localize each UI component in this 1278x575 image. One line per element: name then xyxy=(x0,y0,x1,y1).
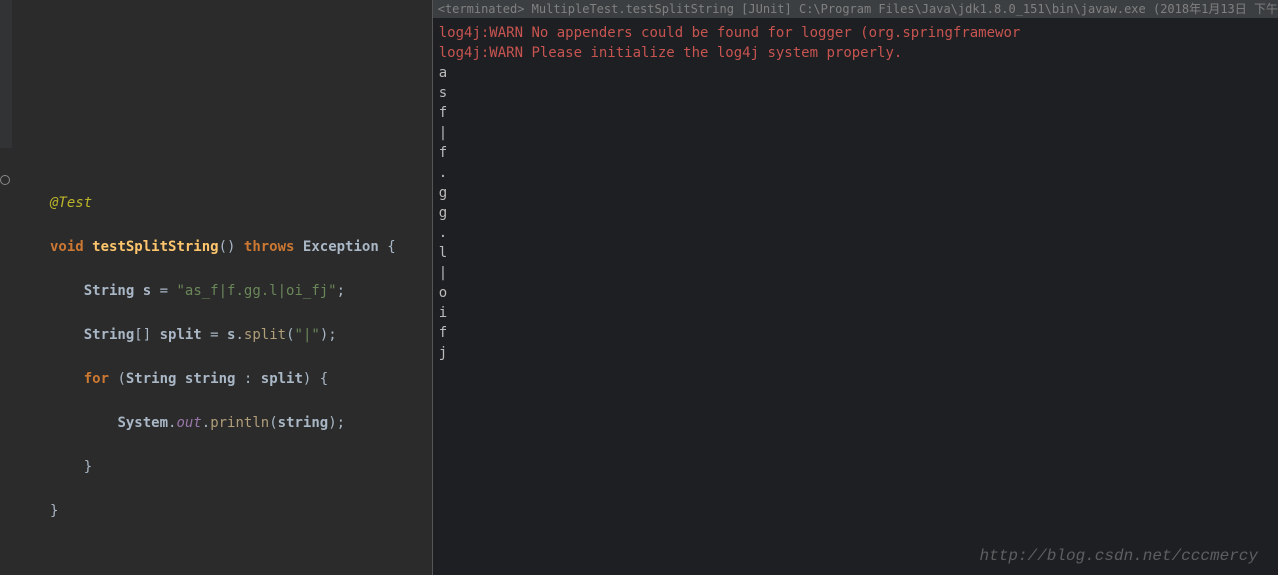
console-output-line: i xyxy=(439,303,1272,323)
code-line-5: for (String string : split) { xyxy=(50,368,396,390)
brace: { xyxy=(387,239,395,255)
console-output-line: | xyxy=(439,263,1272,283)
console-output-line: . xyxy=(439,223,1272,243)
var-s: s xyxy=(143,283,151,299)
code-line-4: String[] split = s.split("|"); xyxy=(50,324,396,346)
watermark: http://blog.csdn.net/cccmercy xyxy=(980,547,1258,565)
annotation: @Test xyxy=(50,195,92,211)
console-output-line: l xyxy=(439,243,1272,263)
code-line-2: void testSplitString() throws Exception … xyxy=(50,236,396,258)
code-line-1: @Test xyxy=(50,192,396,214)
string-literal: "as_f|f.gg.l|oi_fj" xyxy=(176,283,336,299)
code-line-6: System.out.println(string); xyxy=(50,412,396,434)
console-output-line: f xyxy=(439,323,1272,343)
editor-pane[interactable]: @Test void testSplitString() throws Exce… xyxy=(0,0,432,575)
console-pane[interactable]: <terminated> MultipleTest.testSplitStrin… xyxy=(432,0,1278,575)
console-output-line: a xyxy=(439,63,1272,83)
console-output-line: j xyxy=(439,343,1272,363)
code-area[interactable]: @Test void testSplitString() throws Exce… xyxy=(50,170,396,566)
keyword-void: void xyxy=(50,239,84,255)
console-output-line: o xyxy=(439,283,1272,303)
breakpoint-indicator[interactable] xyxy=(0,175,10,185)
type-string: String xyxy=(84,283,135,299)
editor-gutter xyxy=(0,0,12,148)
out-field: out xyxy=(176,415,201,431)
parens: () xyxy=(219,239,236,255)
method-name: testSplitString xyxy=(92,239,218,255)
type-string-arr: String xyxy=(84,327,135,343)
console-output-line: g xyxy=(439,183,1272,203)
console-header: <terminated> MultipleTest.testSplitStrin… xyxy=(433,0,1278,18)
console-output-line: f xyxy=(439,103,1272,123)
main-container: @Test void testSplitString() throws Exce… xyxy=(0,0,1278,575)
console-content[interactable]: log4j:WARN No appenders could be found f… xyxy=(433,18,1278,368)
keyword-for: for xyxy=(84,371,109,387)
code-line-7: } xyxy=(50,456,396,478)
console-warn-line: log4j:WARN Please initialize the log4j s… xyxy=(439,43,1272,63)
console-output-line: g xyxy=(439,203,1272,223)
exception-type: Exception xyxy=(303,239,379,255)
var-split: split xyxy=(160,327,202,343)
console-output-line: | xyxy=(439,123,1272,143)
keyword-throws: throws xyxy=(244,239,295,255)
console-output-line: s xyxy=(439,83,1272,103)
console-output-line: f xyxy=(439,143,1272,163)
console-output-line: . xyxy=(439,163,1272,183)
code-line-8: } xyxy=(50,500,396,522)
code-line-3: String s = "as_f|f.gg.l|oi_fj"; xyxy=(50,280,396,302)
console-warn-line: log4j:WARN No appenders could be found f… xyxy=(439,23,1272,43)
